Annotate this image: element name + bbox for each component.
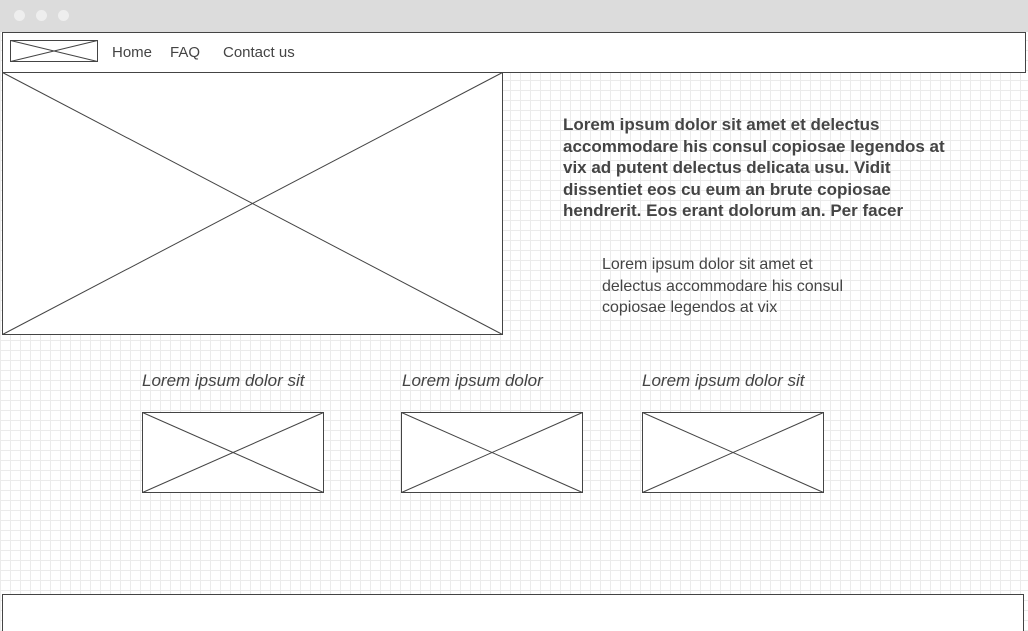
logo-image-placeholder[interactable] — [10, 40, 98, 62]
footer-bar — [2, 594, 1024, 631]
hero-headline: Lorem ipsum dolor sit amet et delectus a… — [563, 115, 945, 221]
hero-body-text: Lorem ipsum dolor sit amet et delectus a… — [602, 256, 844, 316]
window-titlebar — [0, 0, 1028, 32]
top-navigation-bar: Home FAQ Contact us — [2, 32, 1026, 73]
hero-image-placeholder — [2, 72, 503, 335]
card-1-image-placeholder — [142, 412, 324, 493]
close-dot[interactable] — [14, 10, 25, 21]
nav-link-faq[interactable]: FAQ — [170, 44, 200, 61]
minimize-dot[interactable] — [36, 10, 47, 21]
maximize-dot[interactable] — [58, 10, 69, 21]
card-1-caption: Lorem ipsum dolor sit — [142, 371, 305, 390]
nav-link-home[interactable]: Home — [112, 44, 152, 61]
nav-link-contact[interactable]: Contact us — [223, 44, 295, 61]
card-3-image-placeholder — [642, 412, 824, 493]
card-3-caption: Lorem ipsum dolor sit — [642, 371, 805, 390]
card-2-image-placeholder — [401, 412, 583, 493]
browser-window: Home FAQ Contact us Lorem ipsum dolor si… — [0, 0, 1028, 631]
card-2-caption: Lorem ipsum dolor — [402, 371, 543, 390]
